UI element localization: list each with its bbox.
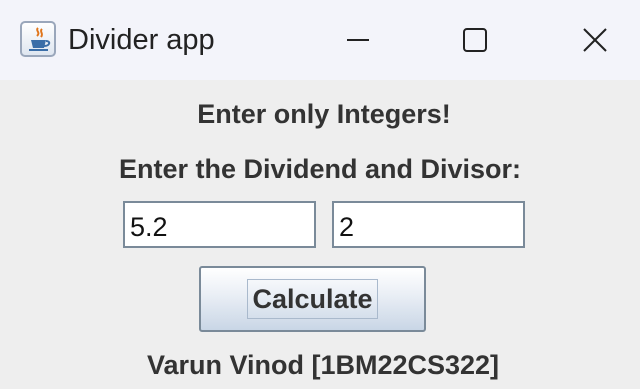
maximize-button[interactable] — [445, 14, 505, 66]
integer-warning-label: Enter only Integers! — [197, 99, 451, 129]
dividend-input[interactable] — [123, 201, 316, 248]
instruction-label: Enter the Dividend and Divisor: — [118, 154, 522, 184]
minimize-button[interactable] — [328, 14, 388, 66]
close-button[interactable] — [565, 14, 625, 66]
divider-app-window: Divider app Enter only Integers! Enter t… — [0, 0, 640, 389]
window-title: Divider app — [68, 24, 215, 56]
java-cup-icon[interactable] — [20, 21, 56, 57]
close-icon — [583, 28, 607, 52]
title-bar[interactable]: Divider app — [0, 0, 640, 80]
calculate-button-label: Calculate — [247, 279, 378, 319]
content-panel: Enter only Integers! Enter the Dividend … — [0, 80, 640, 389]
minimize-icon — [347, 39, 369, 41]
maximize-icon — [463, 28, 487, 52]
author-label: Varun Vinod [1BM22CS322] — [146, 350, 500, 380]
calculate-button[interactable]: Calculate — [199, 266, 426, 332]
divisor-input[interactable] — [332, 201, 525, 248]
